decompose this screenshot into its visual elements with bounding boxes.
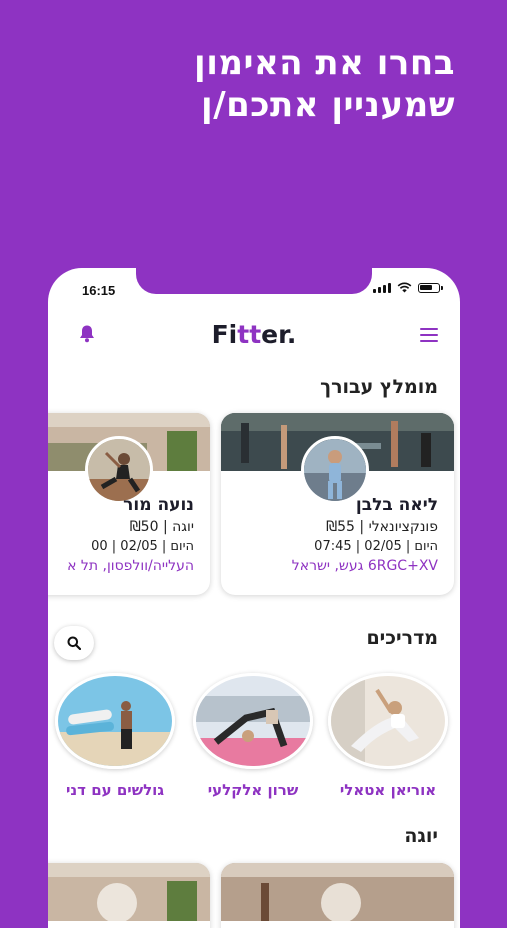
trainer-avatar (301, 436, 369, 504)
status-icons (373, 282, 443, 293)
search-button[interactable] (54, 626, 94, 660)
trainers-title: מדריכים (366, 627, 438, 649)
promo-headline-line1: בחרו את האימון (194, 43, 455, 83)
trainer-name: גולשים עם דני (65, 781, 165, 799)
trainer-name: שרון אלקלעי (207, 781, 299, 799)
trainer-name: אוריאן אטאלי (339, 781, 437, 799)
app-header: Fitter. (48, 316, 460, 356)
card-category-price: יוגה | ₪50 (129, 519, 194, 535)
trainer-photo (55, 673, 175, 769)
trainer-avatar (85, 436, 153, 504)
battery-icon (418, 282, 443, 293)
phone-screen: 16:15 Fitter. מומלץ עבורך ליאה בלבן פונק… (48, 268, 460, 928)
recommended-card[interactable]: ליאה בלבן פונקציונאלי | ₪55 היום | 02/05… (221, 413, 454, 595)
card-schedule: היום | 02/05 | 00 (91, 539, 194, 554)
search-icon (67, 636, 81, 650)
card-cover-image (221, 863, 454, 921)
signal-icon (373, 282, 391, 293)
trainer-item[interactable]: שרון אלקלעי (191, 673, 315, 799)
status-time: 16:15 (82, 283, 116, 298)
card-details: נועה מור יוגה | ₪50 היום | 02/05 | 00 הע… (48, 495, 194, 574)
card-category-price: פונקציונאלי | ₪55 (326, 519, 438, 535)
wifi-icon (397, 282, 412, 293)
yoga-card[interactable] (221, 863, 454, 928)
card-cover-image (48, 863, 210, 921)
app-logo: Fitter. (211, 320, 297, 349)
phone-notch (136, 268, 372, 294)
card-schedule: היום | 02/05 | 07:45 (314, 539, 438, 554)
yoga-title: יוגה (404, 825, 438, 847)
promo-headline: בחרו את האימון שמעניין אתכם/ן (55, 42, 455, 126)
promo-headline-line2: שמעניין אתכם/ן (201, 85, 455, 125)
card-trainer-name: נועה מור (123, 495, 194, 515)
trainer-item[interactable]: גולשים עם דני (53, 673, 177, 799)
recommended-title: מומלץ עבורך (320, 376, 438, 398)
card-details: ליאה בלבן פונקציונאלי | ₪55 היום | 02/05… (227, 495, 438, 574)
card-location[interactable]: 6RGC+XV געש, ישראל (227, 558, 438, 574)
yoga-card[interactable] (48, 863, 210, 928)
trainer-photo (193, 673, 313, 769)
card-trainer-name: ליאה בלבן (355, 495, 438, 515)
trainer-photo (328, 673, 448, 769)
recommended-card[interactable]: נועה מור יוגה | ₪50 היום | 02/05 | 00 הע… (48, 413, 210, 595)
trainer-item[interactable]: אוריאן אטאלי (326, 673, 450, 799)
card-location[interactable]: העלייה/וולפסון, תל א (48, 558, 194, 574)
hamburger-menu-icon[interactable] (420, 328, 438, 346)
